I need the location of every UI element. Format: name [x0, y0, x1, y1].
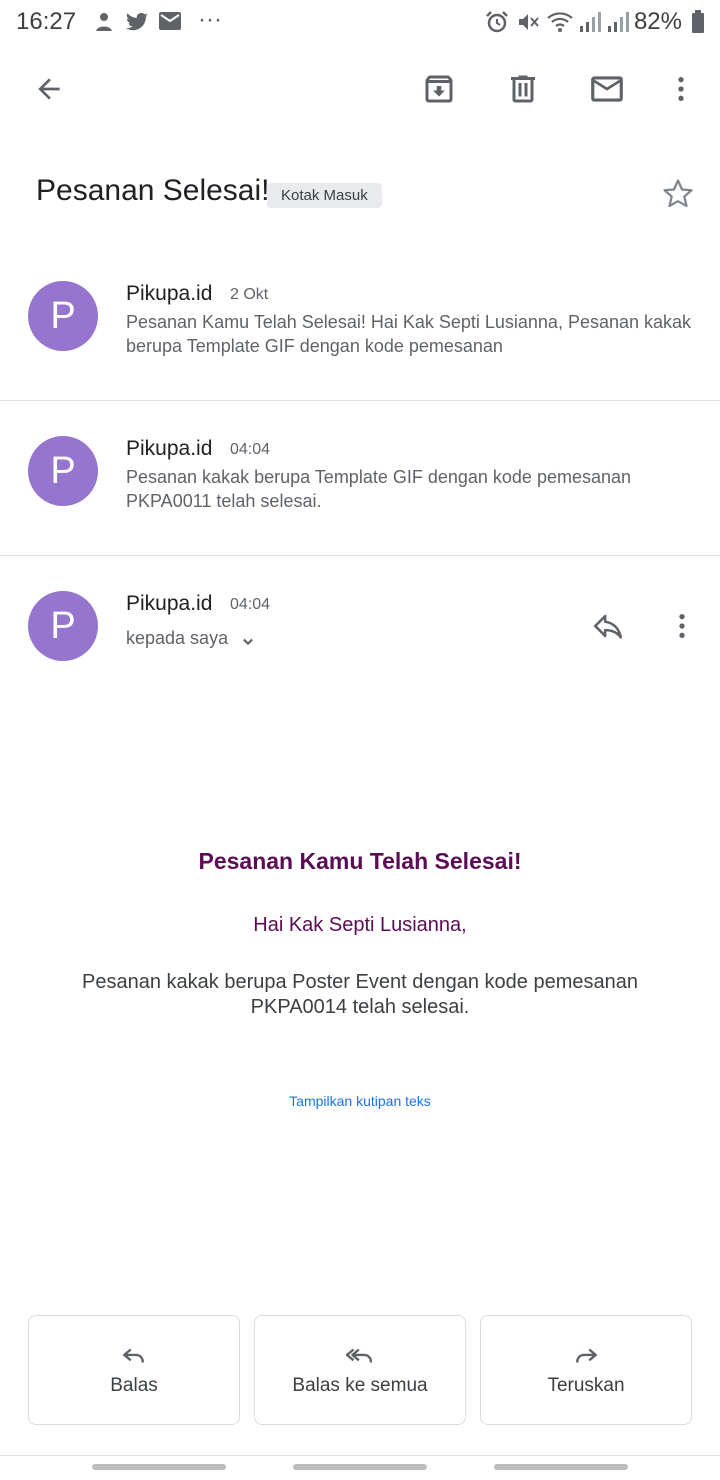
- message-date: 2 Okt: [230, 286, 269, 303]
- message-expanded-header: P Pikupa.id 04:04 kepada saya: [0, 572, 720, 682]
- forward-action-button[interactable]: Teruskan: [480, 1315, 692, 1425]
- reply-action-button[interactable]: Balas: [28, 1315, 240, 1425]
- bottom-divider: [0, 1455, 720, 1456]
- message-snippet: Pesanan Kamu Telah Selesai! Hai Kak Sept…: [126, 312, 692, 356]
- reply-all-action-button[interactable]: Balas ke semua: [254, 1315, 466, 1425]
- inbox-label-chip[interactable]: Kotak Masuk: [267, 183, 382, 208]
- mark-unread-button[interactable]: [584, 66, 630, 112]
- back-button[interactable]: [26, 66, 72, 112]
- battery-icon: [692, 10, 704, 33]
- recipient-text: kepada saya: [126, 627, 229, 648]
- nav-back-bar[interactable]: [494, 1464, 628, 1470]
- signal-icon-1: [580, 12, 601, 32]
- alarm-icon: [486, 11, 508, 33]
- sender-name: Pikupa.id: [126, 282, 213, 305]
- sender-name: Pikupa.id: [126, 592, 213, 615]
- archive-button[interactable]: [416, 66, 462, 112]
- delete-button[interactable]: [500, 66, 546, 112]
- sender-name: Pikupa.id: [126, 437, 213, 460]
- more-vert-icon: [679, 614, 685, 638]
- reply-label: Balas: [110, 1375, 158, 1396]
- email-body-text: Pesanan kakak berupa Poster Event dengan…: [82, 971, 638, 1018]
- battery-level: 82%: [633, 8, 682, 35]
- divider: [0, 400, 720, 401]
- message-collapsed-2[interactable]: P Pikupa.id 04:04 Pesanan kakak berupa T…: [0, 417, 720, 555]
- mute-icon: [519, 14, 539, 30]
- avatar: P: [28, 436, 98, 506]
- avatar: P: [28, 281, 98, 351]
- back-arrow-icon: [38, 78, 60, 100]
- forward-icon: [576, 1348, 597, 1363]
- signal-icon-2: [608, 12, 629, 32]
- star-icon: [663, 179, 693, 208]
- chevron-down-icon: [243, 638, 253, 646]
- archive-icon: [425, 75, 453, 103]
- mail-icon: [591, 76, 623, 102]
- twitter-icon: [126, 12, 148, 31]
- status-bar: 16:27 ··· 82%: [0, 0, 720, 44]
- email-body-greeting: Hai Kak Septi Lusianna,: [253, 914, 467, 936]
- more-notifications: ···: [198, 6, 222, 33]
- status-time: 16:27: [16, 8, 77, 35]
- avatar: P: [28, 591, 98, 661]
- email-body-title: Pesanan Kamu Telah Selesai!: [198, 848, 522, 874]
- more-options-button[interactable]: [658, 66, 704, 112]
- recipient-details-toggle[interactable]: kepada saya: [126, 624, 258, 652]
- wifi-icon: [547, 12, 573, 32]
- star-button[interactable]: [656, 172, 700, 216]
- divider: [0, 555, 720, 556]
- reply-button[interactable]: [586, 604, 630, 648]
- forward-label: Teruskan: [547, 1375, 625, 1396]
- reply-icon: [123, 1348, 144, 1363]
- more-vert-icon: [678, 77, 684, 101]
- message-date: 04:04: [230, 441, 271, 458]
- message-more-button[interactable]: [660, 604, 704, 648]
- notification-app-icon: [96, 13, 112, 31]
- reply-icon: [593, 614, 623, 639]
- delete-icon: [511, 75, 535, 103]
- message-date: 04:04: [230, 596, 271, 613]
- gmail-notification-icon: [159, 12, 181, 30]
- show-quoted-text-link[interactable]: Tampilkan kutipan teks: [0, 1093, 720, 1109]
- message-collapsed-1[interactable]: P Pikupa.id 2 Okt Pesanan Kamu Telah Sel…: [0, 262, 720, 400]
- nav-home-bar[interactable]: [293, 1464, 427, 1470]
- nav-recents-bar[interactable]: [92, 1464, 226, 1470]
- message-snippet: Pesanan kakak berupa Template GIF dengan…: [126, 467, 632, 511]
- email-subject: Pesanan Selesai!: [36, 174, 270, 207]
- reply-all-icon: [345, 1348, 373, 1363]
- reply-all-label: Balas ke semua: [292, 1375, 428, 1396]
